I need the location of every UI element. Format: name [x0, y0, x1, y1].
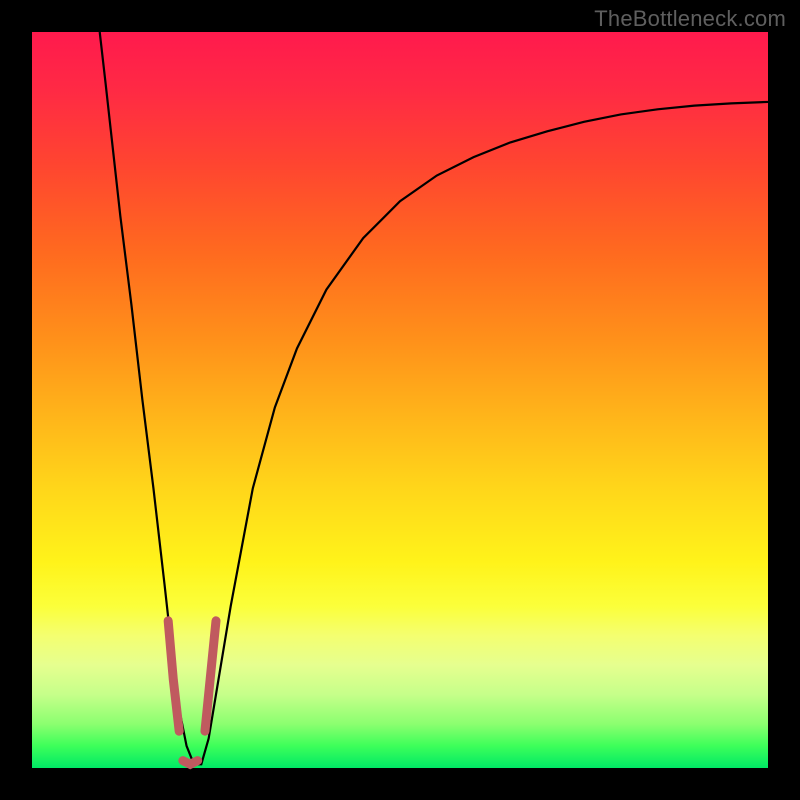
curve-marker [183, 761, 198, 765]
bottleneck-curve [100, 32, 768, 764]
plot-area [32, 32, 768, 768]
chart-frame: TheBottleneck.com [0, 0, 800, 800]
curve-marker [205, 621, 216, 731]
curve-svg [32, 32, 768, 768]
marker-group [168, 621, 216, 765]
watermark-text: TheBottleneck.com [594, 6, 786, 32]
curve-marker [168, 621, 179, 731]
